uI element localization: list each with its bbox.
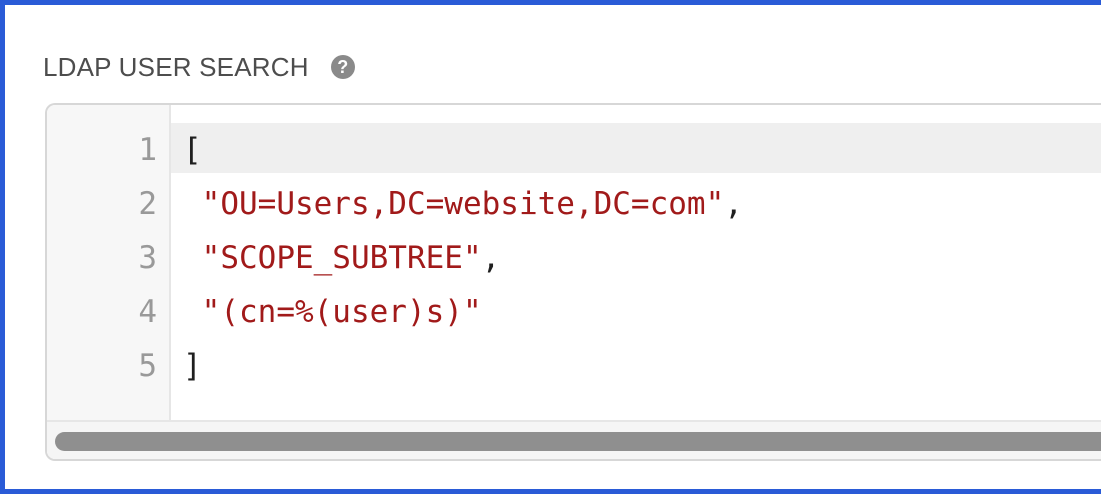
punctuation-token: ,	[481, 240, 501, 276]
line-number: 5	[138, 348, 157, 384]
line-number: 4	[138, 294, 157, 330]
code-line[interactable]: 2 "OU=Users,DC=website,DC=com",	[47, 177, 1101, 231]
code-line[interactable]: 3 "SCOPE_SUBTREE",	[47, 231, 1101, 285]
code-editor[interactable]: 1[2 "OU=Users,DC=website,DC=com", 3 "SCOP…	[45, 103, 1101, 461]
string-token: "OU=Users,DC=website,DC=com"	[183, 186, 725, 222]
question-circle-icon[interactable]: ?	[330, 55, 355, 79]
scrollbar-thumb[interactable]	[55, 432, 1101, 451]
code-line[interactable]: 1[	[47, 123, 1101, 177]
punctuation-token: [	[183, 132, 202, 168]
line-code[interactable]: "OU=Users,DC=website,DC=com",	[183, 177, 743, 231]
ldap-user-search-panel: LDAP USER SEARCH ? 1[2 "OU=Users,DC=webs…	[0, 0, 1101, 494]
code-line[interactable]: 5]	[47, 339, 1101, 393]
punctuation-token: ]	[183, 348, 202, 384]
string-token: "SCOPE_SUBTREE"	[183, 240, 482, 276]
string-token: "(cn=%(user)s)"	[183, 294, 482, 330]
line-code[interactable]: "(cn=%(user)s)"	[183, 285, 482, 339]
field-label: LDAP USER SEARCH	[43, 51, 309, 82]
field-label-row: LDAP USER SEARCH ?	[43, 51, 355, 83]
punctuation-token: ,	[724, 186, 743, 222]
line-code[interactable]: "SCOPE_SUBTREE",	[183, 231, 501, 285]
line-code[interactable]: ]	[183, 339, 202, 393]
line-number: 2	[138, 186, 157, 222]
line-number: 3	[138, 240, 157, 276]
code-lines[interactable]: 1[2 "OU=Users,DC=website,DC=com", 3 "SCOP…	[47, 123, 1101, 393]
horizontal-scrollbar[interactable]	[47, 420, 1101, 459]
code-line[interactable]: 4 "(cn=%(user)s)"	[47, 285, 1101, 339]
line-code[interactable]: [	[183, 123, 202, 177]
line-number: 1	[138, 132, 157, 168]
